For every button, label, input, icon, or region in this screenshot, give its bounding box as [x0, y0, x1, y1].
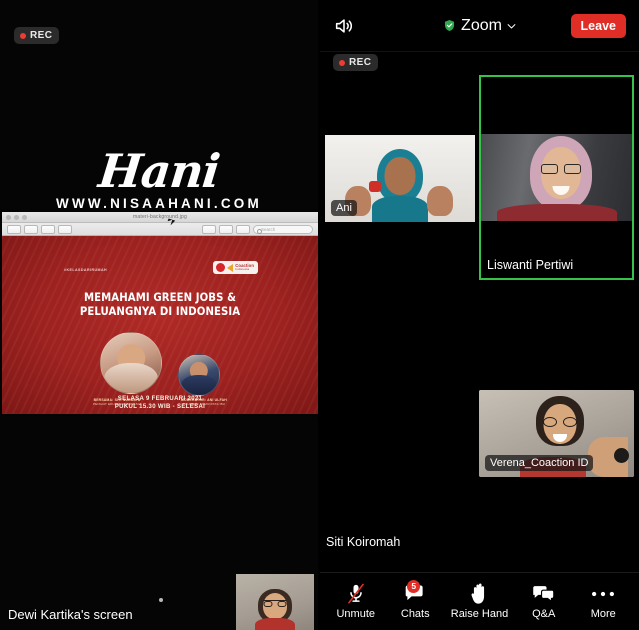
preview-left-tools	[7, 224, 72, 234]
qa-button[interactable]: Q&A	[520, 583, 568, 620]
preview-titlebar: materi-background.jpg	[2, 212, 318, 223]
unmute-label: Unmute	[336, 608, 376, 620]
speaker-icon[interactable]	[333, 15, 355, 37]
chat-bubble-icon: 5	[404, 580, 426, 605]
glasses-icon	[542, 417, 577, 427]
slide-title: MEMAHAMI GREEN JOBS & PELUANGNYA DI INDO…	[21, 290, 299, 319]
presentation-slide: #KELASDARIRUMAH Coaction Indonesia MEMAH…	[2, 236, 318, 414]
participant-tile-verena[interactable]: Verena_Coaction ID	[479, 390, 634, 477]
participant-tile-ani[interactable]: Ani	[325, 135, 475, 222]
zoom-app-panel: Zoom Leave REC Ani Liswanti Pertiwi Vere…	[320, 0, 639, 630]
participant-name-ani: Ani	[331, 200, 357, 216]
self-view-thumbnail[interactable]	[236, 574, 314, 630]
participant-tile-siti[interactable]: Siti Koiromah	[320, 515, 470, 555]
question-answer-icon	[532, 583, 555, 605]
record-dot-icon	[339, 59, 345, 66]
slide-title-line-1: MEMAHAMI GREEN JOBS &	[83, 290, 237, 304]
more-button[interactable]: More	[579, 583, 627, 620]
raise-hand-button[interactable]: Raise Hand	[451, 583, 508, 620]
recording-badge-label: REC	[349, 57, 372, 68]
rotate-icon[interactable]	[219, 224, 233, 234]
chats-button[interactable]: 5 Chats	[391, 580, 439, 620]
slide-date: SELASA 9 FEBRUARI 2021	[117, 395, 203, 402]
brand-watermark: Hani WWW.NISAAHANI.COM	[0, 144, 318, 211]
preview-right-tools: Search	[202, 224, 313, 234]
logo-circle-icon	[216, 263, 226, 272]
meeting-title: Zoom	[461, 16, 502, 34]
logo-subtitle: Indonesia	[235, 267, 250, 272]
preview-window-title: materi-background.jpg	[133, 214, 187, 220]
participant-name-liswanti: Liswanti Pertiwi	[487, 258, 574, 272]
speaker-photo-secondary	[178, 354, 220, 396]
more-label: More	[590, 608, 616, 620]
raised-hand-icon	[470, 583, 489, 605]
preview-toolbar: Search	[2, 223, 318, 236]
speaker-photo-primary	[100, 332, 162, 394]
participant-tile-liswanti[interactable]: Liswanti Pertiwi	[479, 75, 634, 280]
slide-title-line-2: PELUANGNYA DI INDONESIA	[79, 304, 241, 319]
record-dot-icon	[20, 32, 26, 39]
coaction-logo: Coaction Indonesia	[213, 261, 258, 274]
slide-time: PUKUL 15.30 WIB - SELESAI	[114, 403, 206, 410]
sidebar-view-icon[interactable]	[7, 224, 21, 234]
shield-check-icon	[444, 19, 455, 32]
zoom-in-icon[interactable]	[41, 224, 55, 234]
recording-badge-label: REC	[30, 30, 53, 41]
recording-badge-shared: REC	[14, 27, 60, 44]
chevron-down-icon[interactable]	[507, 22, 516, 31]
preview-app-window: materi-background.jpg Search #KELASDARIR	[2, 212, 318, 414]
glasses-icon	[541, 164, 582, 174]
slide-speaker-photos	[2, 332, 318, 396]
unmute-button[interactable]: Unmute	[332, 583, 380, 620]
crop-icon[interactable]	[236, 224, 250, 234]
share-icon[interactable]	[58, 224, 72, 234]
zoom-header: Zoom Leave	[320, 0, 639, 52]
screenshot-stage: REC Hani WWW.NISAAHANI.COM materi-backgr…	[0, 0, 639, 630]
brand-url: WWW.NISAAHANI.COM	[56, 196, 262, 211]
leave-button[interactable]: Leave	[570, 13, 626, 38]
recording-badge-zoom: REC	[333, 54, 379, 71]
participant-name-verena: Verena_Coaction ID	[485, 455, 594, 471]
page-indicator-dot[interactable]	[159, 598, 163, 602]
brand-name: Hani	[96, 144, 222, 198]
shared-screen-panel: REC Hani WWW.NISAAHANI.COM materi-backgr…	[0, 0, 320, 630]
raise-hand-label: Raise Hand	[450, 608, 509, 620]
megaphone-icon	[227, 263, 234, 272]
slide-footer: SELASA 9 FEBRUARI 2021 PUKUL 15.30 WIB -…	[2, 395, 318, 411]
preview-search-input[interactable]: Search	[253, 224, 313, 234]
glasses-icon	[263, 600, 287, 608]
participant-gallery: Ani Liswanti Pertiwi Verena_Coaction ID …	[320, 75, 639, 572]
zoom-out-icon[interactable]	[24, 224, 38, 234]
microphone-muted-icon	[346, 583, 366, 605]
chats-label: Chats	[400, 608, 430, 620]
screen-share-label: Dewi Kartika's screen	[8, 607, 133, 622]
slide-hashtag: #KELASDARIRUMAH	[64, 268, 108, 272]
markup-icon[interactable]	[202, 224, 216, 234]
zoom-toolbar: Unmute 5 Chats Raise Hand Q&A More	[320, 572, 639, 630]
qa-label: Q&A	[532, 608, 556, 620]
ellipsis-icon	[591, 583, 615, 605]
participant-name-siti: Siti Koiromah	[326, 535, 401, 549]
